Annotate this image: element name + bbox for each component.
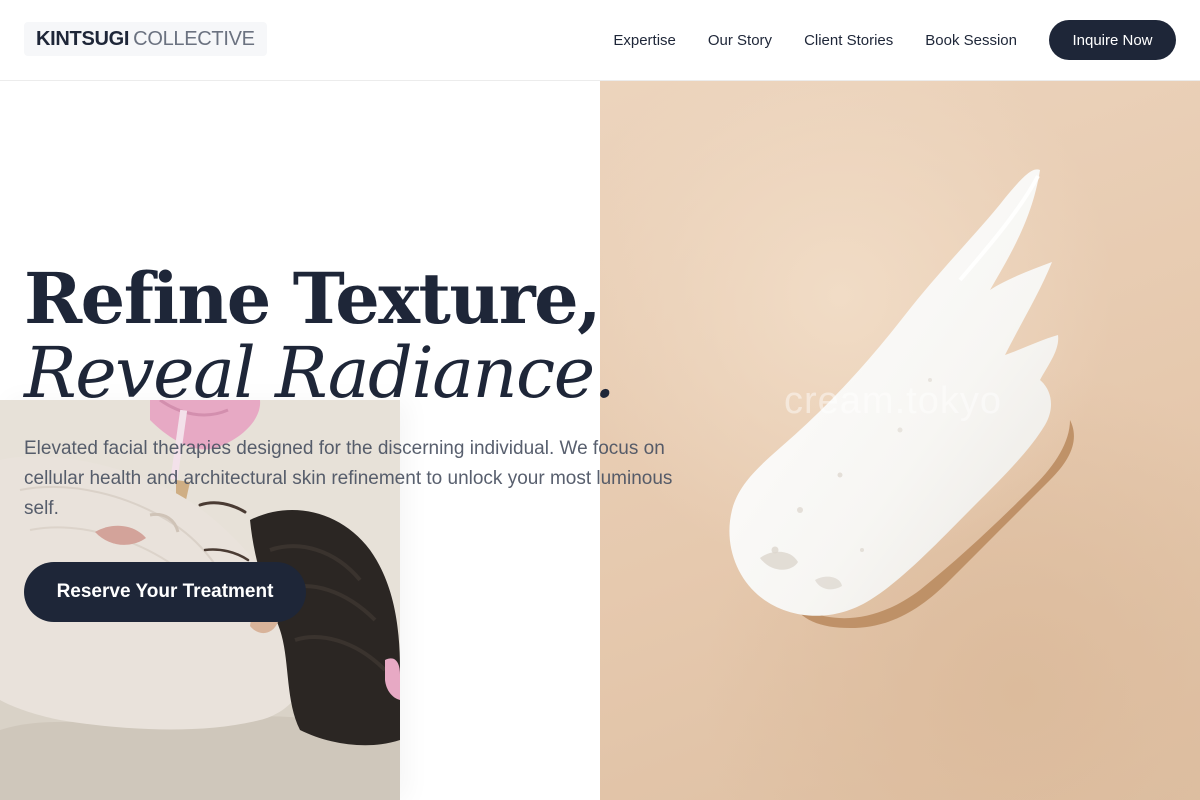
brand-logo[interactable]: KINTSUGI COLLECTIVE — [24, 22, 267, 56]
brand-name-strong: KINTSUGI — [36, 27, 130, 50]
nav-link-expertise[interactable]: Expertise — [613, 32, 676, 49]
main-nav: Expertise Our Story Client Stories Book … — [581, 0, 1017, 80]
hero-description: Elevated facial therapies designed for t… — [24, 438, 673, 519]
reserve-treatment-button[interactable]: Reserve Your Treatment — [24, 562, 306, 622]
hero-headline-line2: Reveal Radiance. — [24, 332, 616, 414]
hero-headline-line1: Refine Texture, — [24, 257, 602, 340]
image-watermark: cream.tokyo — [784, 380, 1002, 422]
landing-page: KINTSUGI COLLECTIVE Expertise Our Story … — [0, 0, 1200, 800]
nav-link-our-story[interactable]: Our Story — [708, 32, 772, 49]
inquire-now-button[interactable]: Inquire Now — [1049, 20, 1176, 60]
brand-name-light: COLLECTIVE — [133, 27, 255, 50]
hero-section: Refine Texture, Reveal Radiance. Elevate… — [24, 262, 704, 622]
nav-link-client-stories[interactable]: Client Stories — [804, 32, 893, 49]
nav-link-book-session[interactable]: Book Session — [925, 32, 1017, 49]
site-header: KINTSUGI COLLECTIVE Expertise Our Story … — [0, 0, 1200, 81]
